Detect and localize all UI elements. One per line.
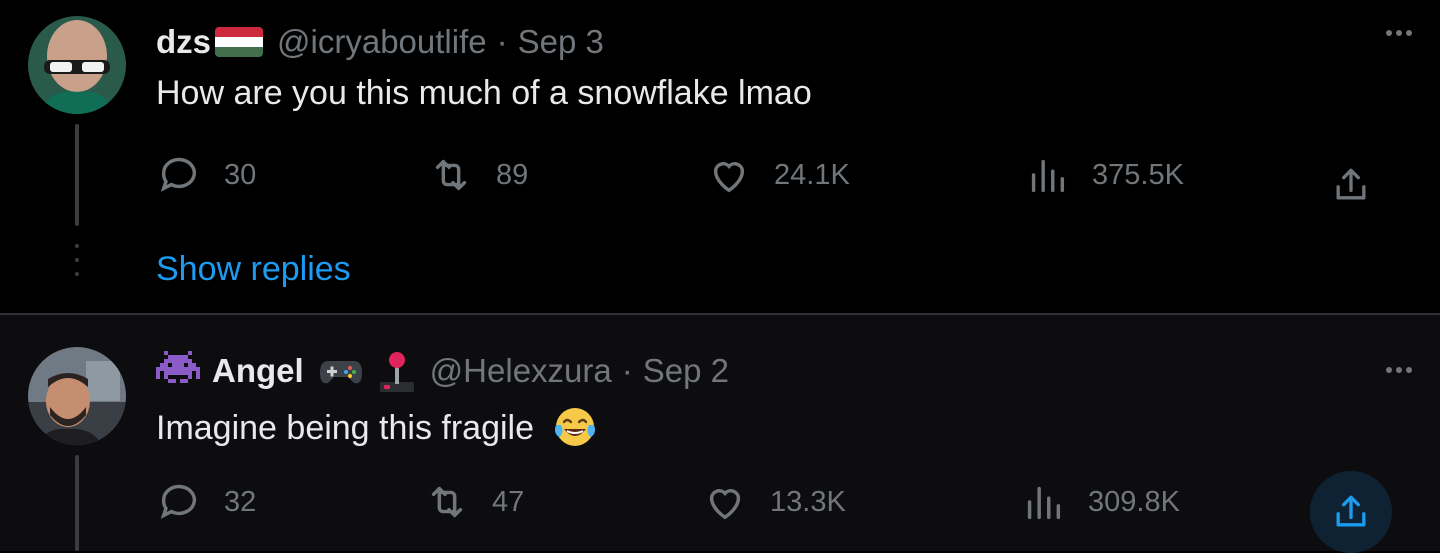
views-button[interactable]: 309.8K: [1020, 477, 1180, 527]
tweet-dzs[interactable]: dzs @icryaboutlife · Sep 3 How are you t…: [0, 0, 1440, 313]
views-count: 309.8K: [1088, 485, 1180, 518]
reply-count: 30: [224, 158, 257, 191]
avatar[interactable]: [28, 347, 126, 445]
reply-icon: [160, 484, 197, 519]
thread-dots: [75, 244, 79, 286]
like-count: 13.3K: [770, 485, 846, 518]
tweet-header: Angel @Helexzura · Sep 2: [156, 349, 729, 393]
tweet-header: dzs @icryaboutlife · Sep 3: [156, 20, 604, 64]
more-options-icon[interactable]: [1386, 30, 1412, 36]
share-icon: [1336, 168, 1366, 200]
tears-of-joy-icon: [553, 405, 597, 449]
thread-line: [75, 124, 79, 226]
retweet-icon: [435, 159, 467, 191]
joystick-icon: [378, 350, 416, 392]
alien-monster-icon: [156, 351, 200, 391]
hungary-flag-icon: [215, 27, 264, 57]
share-icon: [1336, 495, 1366, 527]
show-replies-link[interactable]: Show replies: [156, 250, 351, 289]
tweet-text: Imagine being this fragile: [156, 405, 597, 449]
reply-button[interactable]: 32: [156, 477, 256, 527]
like-count: 24.1K: [774, 158, 850, 191]
share-button[interactable]: [1310, 144, 1392, 226]
views-icon: [1031, 159, 1065, 193]
views-count: 375.5K: [1092, 158, 1184, 191]
avatar[interactable]: [28, 16, 126, 114]
heart-icon: [713, 162, 745, 193]
heart-icon: [709, 489, 741, 520]
reply-icon: [160, 157, 197, 192]
tweet-angel[interactable]: Angel @Helexzura · Sep 2 Imagine being t…: [0, 313, 1440, 553]
share-button[interactable]: [1310, 471, 1392, 553]
reply-count: 32: [224, 485, 257, 518]
action-bar: 32 47 13.3K 309.8K: [156, 471, 1406, 553]
separator: ·: [621, 352, 633, 389]
game-controller-icon: [318, 355, 364, 387]
more-options-icon[interactable]: [1386, 367, 1412, 373]
like-button[interactable]: 13.3K: [702, 477, 846, 527]
separator: ·: [496, 23, 508, 60]
tweet-date[interactable]: Sep 3: [518, 23, 604, 61]
views-icon: [1027, 486, 1061, 520]
retweet-count: 47: [492, 485, 525, 518]
like-button[interactable]: 24.1K: [706, 150, 850, 200]
retweet-button[interactable]: 47: [424, 477, 524, 527]
handle[interactable]: @Helexzura: [430, 352, 612, 390]
tweet-date[interactable]: Sep 2: [643, 352, 729, 390]
views-button[interactable]: 375.5K: [1024, 150, 1184, 200]
thread-line: [75, 455, 79, 551]
retweet-button[interactable]: 89: [428, 150, 528, 200]
tweet-text-content: Imagine being this fragile: [156, 409, 535, 447]
retweet-icon: [431, 486, 463, 518]
action-bar: 30 89 24.1K 375.5K: [156, 150, 1406, 200]
display-name[interactable]: Angel: [212, 352, 304, 390]
retweet-count: 89: [496, 158, 529, 191]
tweet-text: How are you this much of a snowflake lma…: [156, 74, 812, 112]
handle[interactable]: @icryaboutlife: [277, 23, 487, 61]
reply-button[interactable]: 30: [156, 150, 256, 200]
display-name[interactable]: dzs: [156, 23, 211, 61]
